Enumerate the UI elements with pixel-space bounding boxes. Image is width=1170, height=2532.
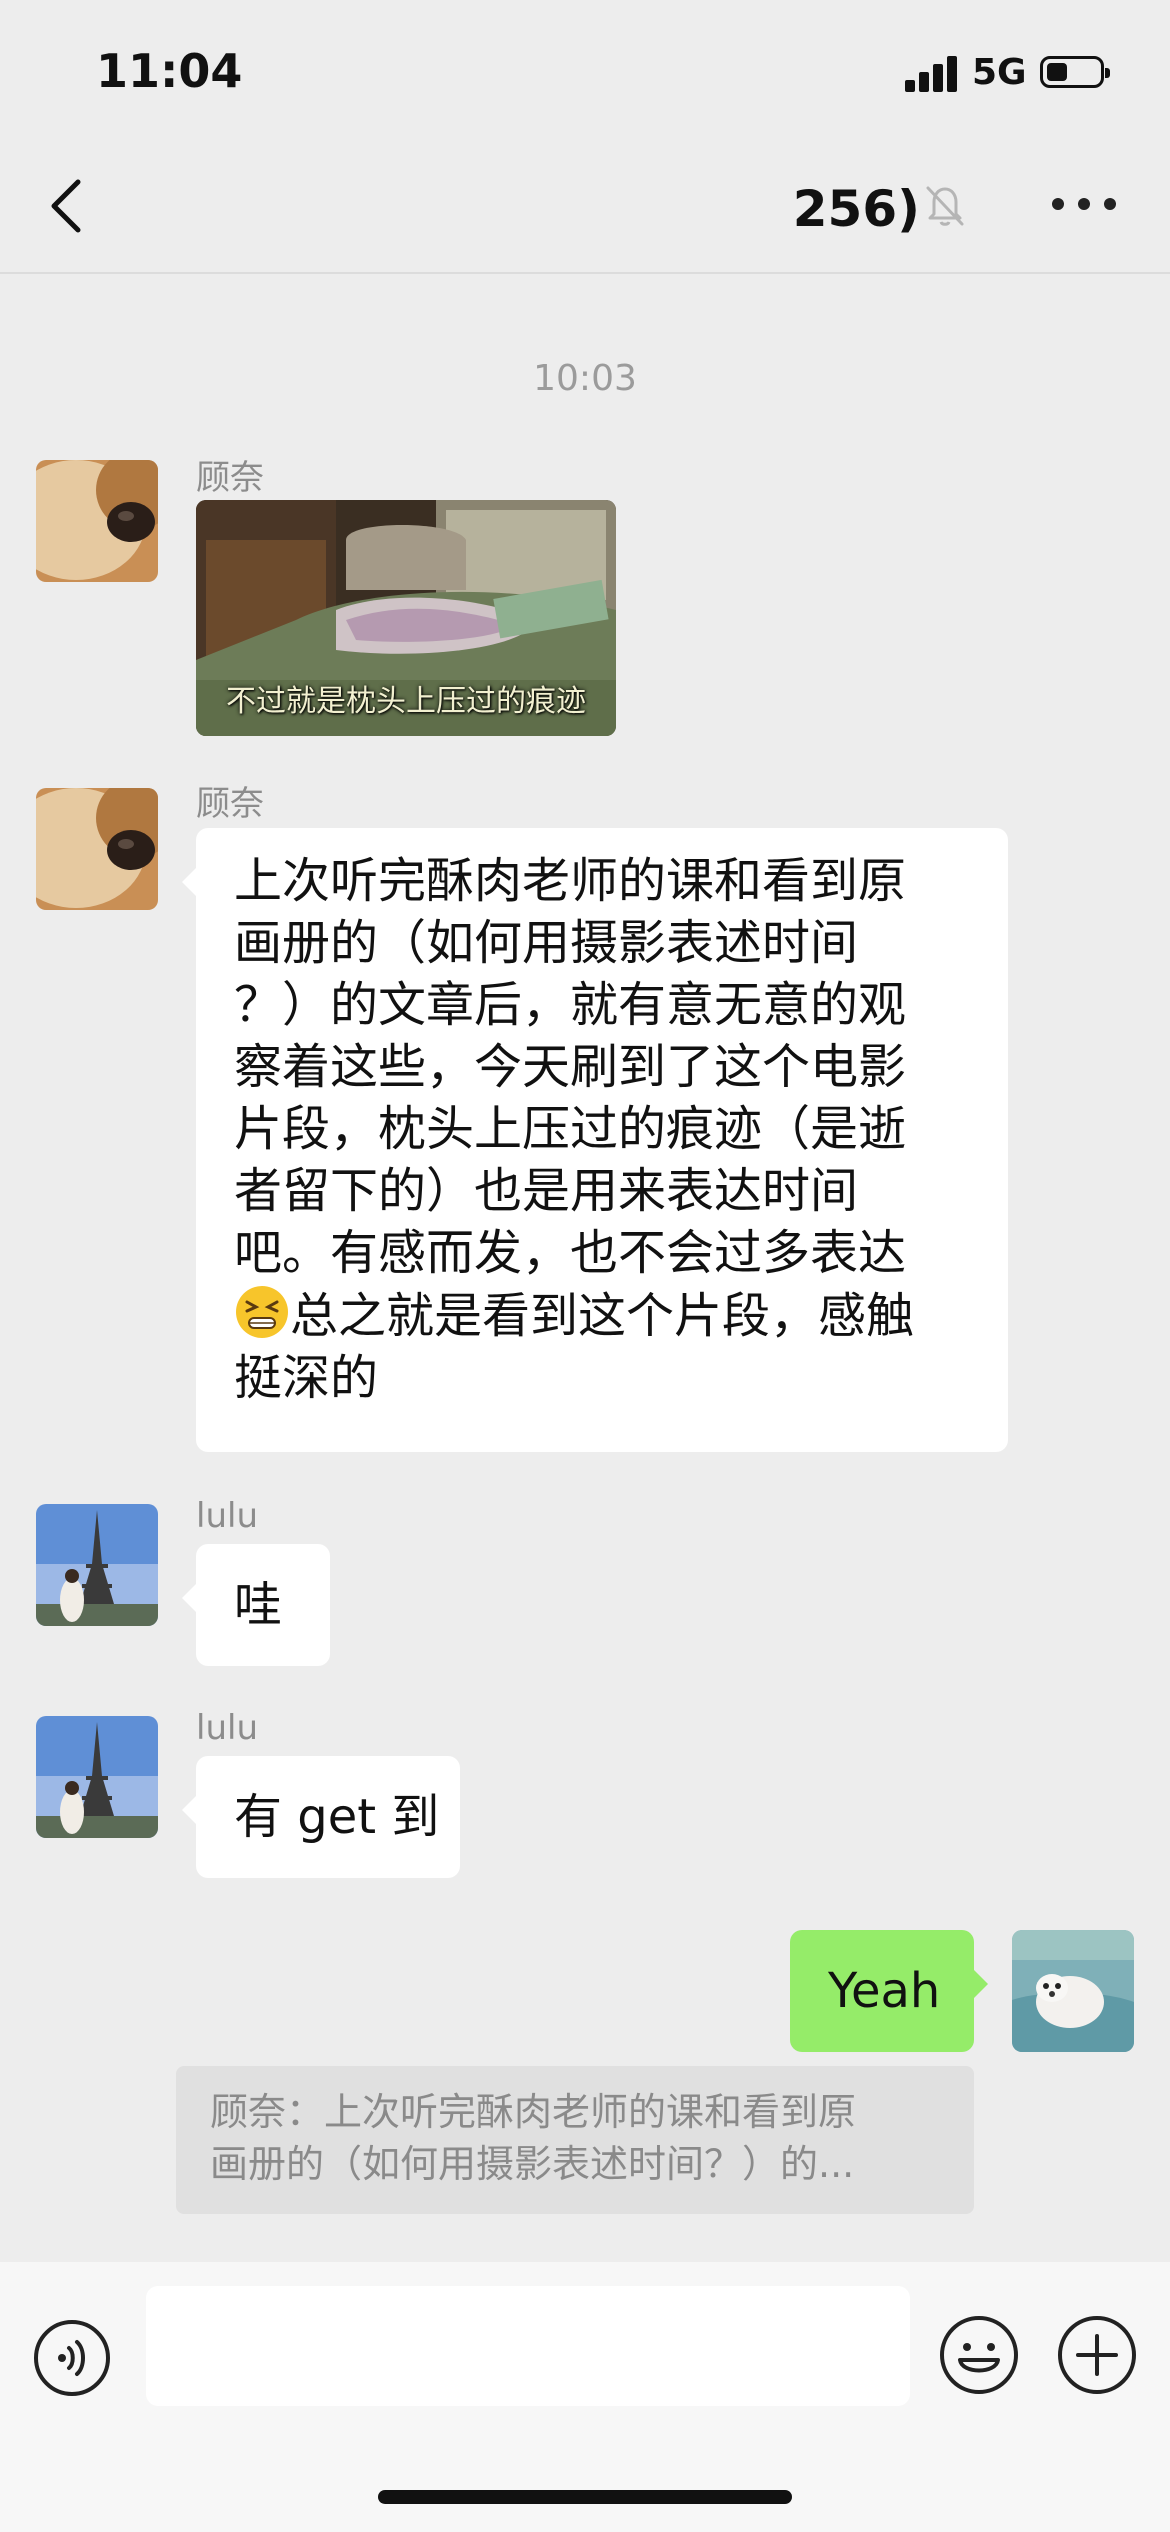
message-line: 挺深的	[234, 1350, 379, 1406]
message-bubble[interactable]: 上次听完酥肉老师的课和看到原 画册的（如何用摄影表述时间 ？）的文章后，就有意无…	[182, 828, 1008, 1452]
avatar[interactable]	[36, 788, 158, 910]
grimacing-face-icon	[236, 1286, 288, 1338]
message-bubble[interactable]: 有 get 到	[182, 1756, 460, 1878]
plus-circle-icon[interactable]	[1056, 2314, 1138, 2396]
avatar[interactable]	[36, 1504, 158, 1626]
message-input[interactable]	[146, 2286, 910, 2406]
ellipsis-icon[interactable]	[1052, 198, 1116, 214]
image-caption: 不过就是枕头上压过的痕迹	[226, 684, 586, 719]
quote-line: 顾奈：上次听完酥肉老师的课和看到原	[210, 2090, 857, 2134]
sender-name: 顾奈	[196, 784, 264, 824]
sender-name: lulu	[196, 1496, 258, 1536]
message-text: 有 get 到	[234, 1789, 440, 1845]
quoted-message[interactable]: 顾奈：上次听完酥肉老师的课和看到原 画册的（如何用摄影表述时间？）的...	[176, 2066, 974, 2214]
bell-slash-icon	[926, 186, 964, 226]
message-line: 总之就是看到这个片段，感触	[234, 1284, 970, 1347]
battery-icon	[1040, 56, 1110, 88]
message-bubble[interactable]: 哇	[182, 1544, 330, 1666]
sender-name: 顾奈	[196, 458, 264, 498]
chat-header: 256)	[0, 140, 1170, 274]
message-line: 吧。有感而发，也不会过多表达	[234, 1225, 907, 1281]
my-avatar[interactable]	[1012, 1930, 1134, 2052]
signal-icon	[905, 56, 959, 92]
voice-icon[interactable]	[32, 2318, 112, 2398]
avatar[interactable]	[36, 1716, 158, 1838]
message-line: 片段，枕头上压过的痕迹（是逝	[234, 1101, 907, 1157]
message-line: 察着这些，今天刷到了这个电影	[234, 1039, 907, 1095]
message-line: 上次听完酥肉老师的课和看到原	[234, 853, 907, 909]
my-message-bubble[interactable]: Yeah	[790, 1930, 988, 2052]
message-line: ？）的文章后，就有意无意的观	[234, 977, 907, 1033]
chat-timestamp: 10:03	[533, 358, 637, 399]
network-label: 5G	[972, 52, 1027, 93]
quote-line: 画册的（如何用摄影表述时间？）的...	[210, 2142, 855, 2186]
message-line: 者留下的）也是用来表达时间	[234, 1163, 859, 1219]
status-time: 11:04	[96, 44, 243, 98]
message-line: 画册的（如何用摄影表述时间	[234, 915, 859, 971]
sender-name: lulu	[196, 1708, 258, 1748]
movie-still-image[interactable]: 不过就是枕头上压过的痕迹	[196, 500, 616, 736]
message-text: Yeah	[828, 1963, 941, 2019]
chevron-left-icon[interactable]	[48, 178, 84, 234]
home-indicator	[378, 2490, 792, 2504]
message-text: 哇	[234, 1577, 283, 1633]
status-bar: 11:04 5G	[0, 0, 1170, 140]
chat-title: 256)	[792, 180, 920, 238]
avatar[interactable]	[36, 460, 158, 582]
smiley-icon[interactable]	[938, 2314, 1020, 2396]
